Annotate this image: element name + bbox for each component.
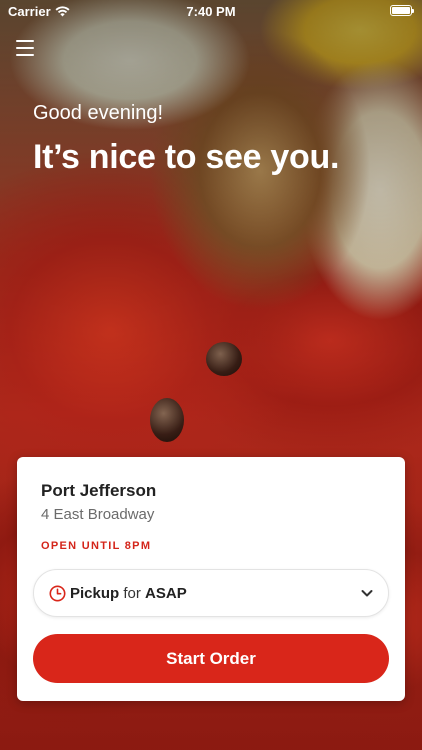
- menu-line: [16, 47, 34, 49]
- pickup-time-selector[interactable]: Pickup for ASAP: [33, 569, 389, 617]
- location-card: Port Jefferson 4 East Broadway OPEN UNTI…: [17, 457, 405, 701]
- clock-icon: [49, 585, 66, 601]
- location-name: Port Jefferson: [41, 481, 157, 500]
- location-address: 4 East Broadway: [41, 506, 155, 523]
- chevron-down-icon: [361, 590, 373, 597]
- greeting-title: It’s nice to see you.: [33, 138, 340, 176]
- status-bar: Carrier 7:40 PM: [0, 0, 422, 22]
- menu-line: [16, 54, 34, 56]
- order-time: ASAP: [145, 584, 187, 602]
- status-time: 7:40 PM: [186, 4, 236, 19]
- start-order-button[interactable]: Start Order: [33, 634, 389, 683]
- pickup-text: Pickup for ASAP: [70, 585, 187, 602]
- battery-icon: [390, 5, 414, 16]
- order-connector: for: [123, 584, 141, 602]
- battery-fill: [392, 7, 410, 14]
- order-mode: Pickup: [70, 584, 120, 602]
- menu-line: [16, 40, 34, 42]
- hamburger-menu-icon[interactable]: [16, 40, 34, 56]
- location-hours: OPEN UNTIL 8PM: [41, 540, 152, 552]
- greeting-subtitle: Good evening!: [33, 102, 164, 124]
